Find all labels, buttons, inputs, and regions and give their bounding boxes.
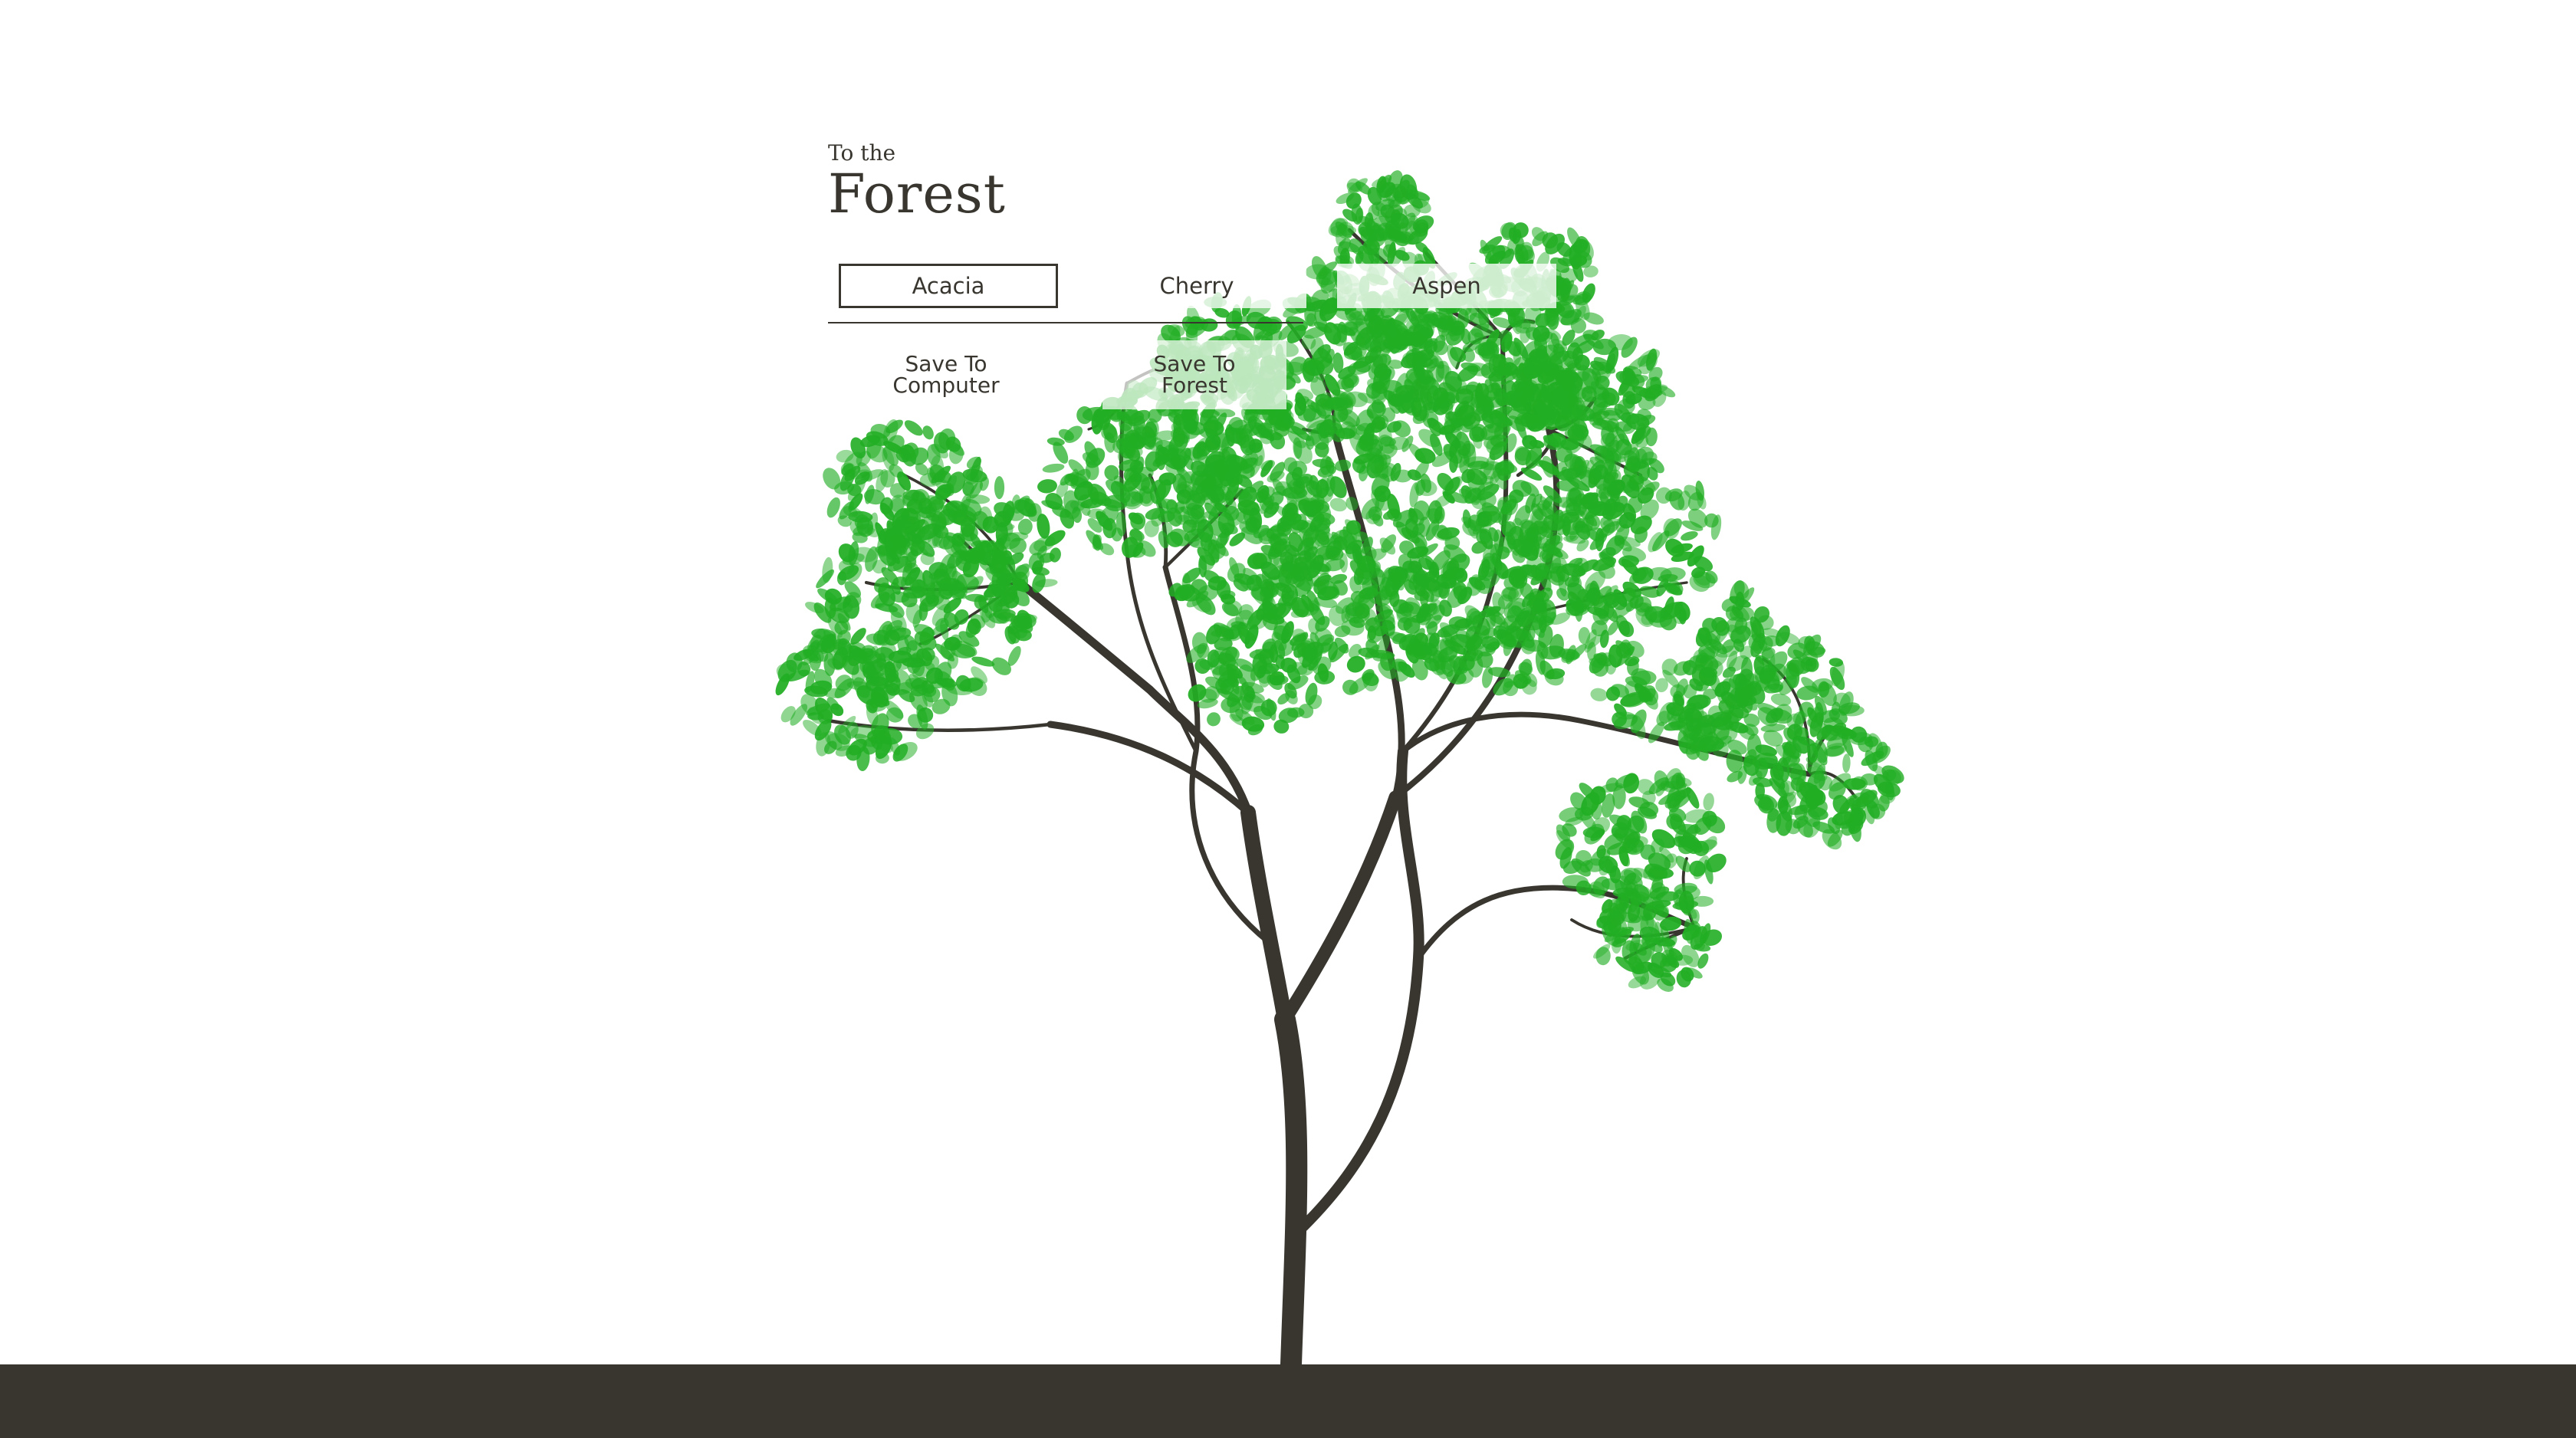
leaf (1334, 459, 1352, 471)
leaf (1770, 693, 1792, 707)
acacia-button[interactable]: Acacia (839, 264, 1058, 308)
branch (1046, 721, 1252, 816)
save-to-computer-button[interactable]: Save To Computer (854, 340, 1038, 409)
save-computer-line1: Save To (905, 351, 987, 376)
ground (0, 1364, 2576, 1438)
cherry-button[interactable]: Cherry (1087, 264, 1306, 308)
leaf (1207, 712, 1221, 727)
leaf (1681, 531, 1698, 541)
leaf (1703, 793, 1714, 811)
branch (1240, 805, 1293, 1027)
leaf (1751, 619, 1762, 643)
save-forest-line2: Forest (1162, 373, 1227, 398)
leaf (1339, 553, 1349, 573)
title-prefix: To the (828, 140, 896, 166)
leaf (1037, 479, 1057, 494)
leaf (1042, 463, 1065, 473)
leaf (1842, 753, 1851, 773)
branch (1298, 746, 1424, 1232)
leaf (994, 476, 1005, 500)
leaf (1755, 783, 1765, 799)
control-panel: To the Forest Acacia Cherry Aspen Save T… (828, 140, 1556, 409)
divider (828, 322, 1303, 323)
save-forest-line1: Save To (1153, 351, 1236, 376)
page-title: Forest (828, 163, 1006, 225)
branch (1278, 790, 1402, 1026)
tree-type-selector: Acacia Cherry Aspen (828, 264, 1579, 317)
aspen-button[interactable]: Aspen (1337, 264, 1556, 308)
save-actions: Save To Computer Save To Forest (828, 340, 1365, 425)
save-computer-line2: Computer (892, 373, 1000, 398)
leaf (1590, 688, 1608, 701)
branch (1274, 1009, 1308, 1375)
leaf (1665, 583, 1681, 594)
app-canvas: To the Forest Acacia Cherry Aspen Save T… (0, 0, 2576, 1438)
save-to-forest-button[interactable]: Save To Forest (1102, 340, 1286, 409)
